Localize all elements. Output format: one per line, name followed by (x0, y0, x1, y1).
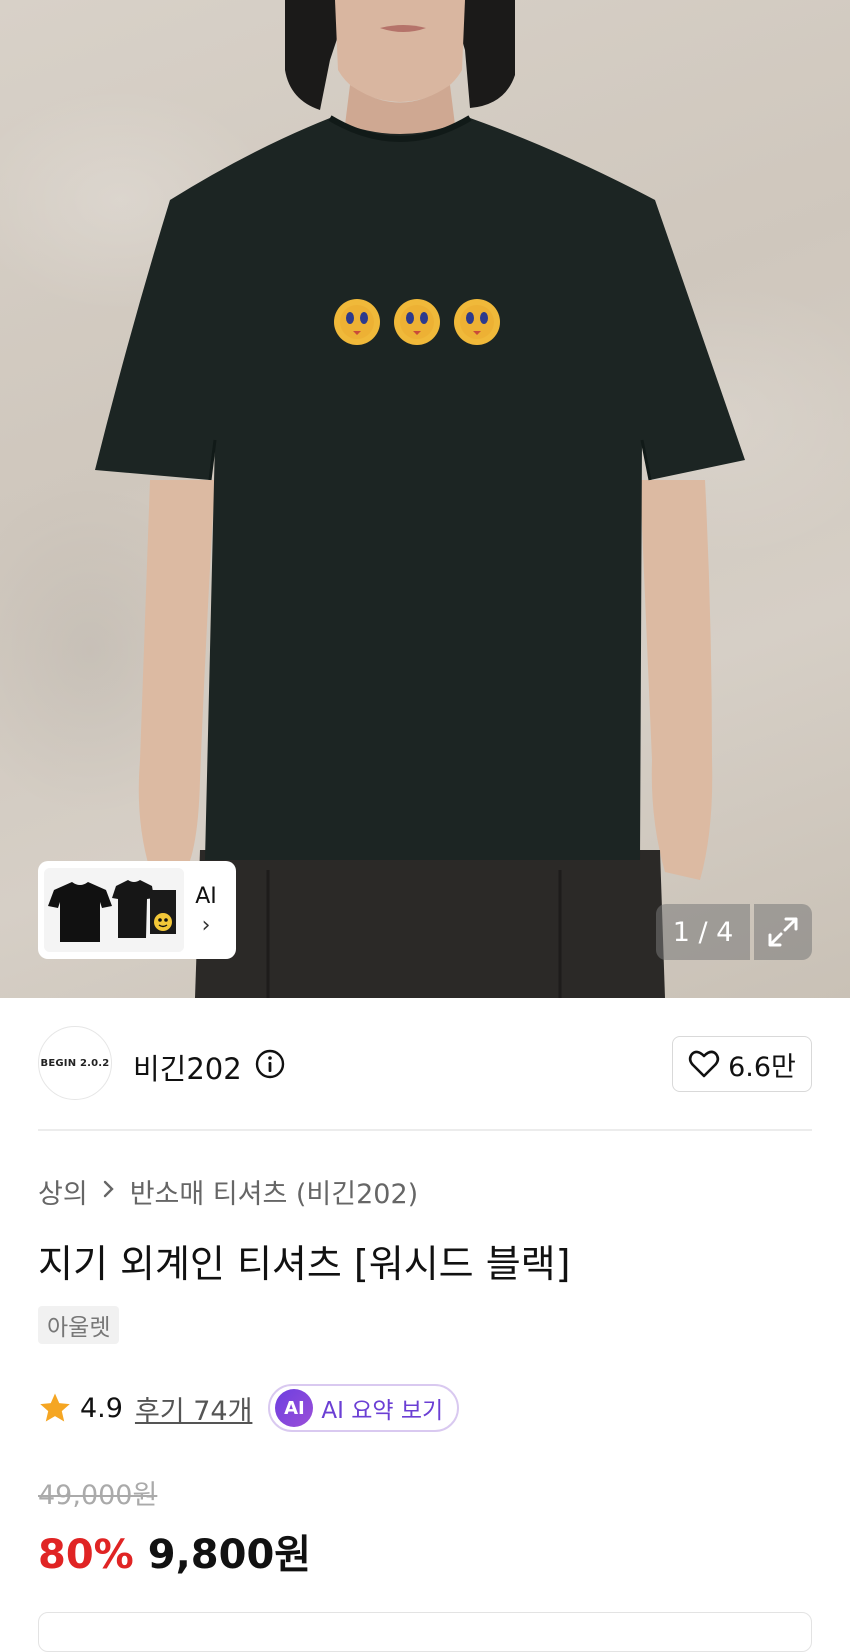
original-price: 49,000원 (38, 1480, 158, 1511)
ai-summary-label: AI 요약 보기 (321, 1398, 444, 1424)
like-count: 6.6만 (728, 1051, 796, 1083)
ai-summary-button[interactable]: AI AI 요약 보기 (268, 1384, 460, 1432)
breadcrumb: 상의 반소매 티셔츠 (비긴202) (38, 1172, 418, 1211)
product-title: 지기 외계인 티셔츠 [워시드 블랙] (38, 1242, 571, 1286)
info-icon[interactable] (254, 1048, 286, 1080)
breadcrumb-category[interactable]: 상의 (38, 1172, 88, 1211)
price-row: 80% 9,800원 (38, 1522, 311, 1580)
divider (38, 1129, 812, 1131)
star-icon (40, 1393, 70, 1422)
ai-thumb-label: AI (195, 883, 217, 909)
product-image-gallery[interactable]: AI › 1 / 4 (0, 0, 850, 998)
model-photo (95, 0, 745, 998)
reviews-link[interactable]: 후기 74개 (135, 1389, 252, 1428)
expand-icon (768, 917, 798, 947)
brand-name[interactable]: 비긴202 (133, 1046, 242, 1088)
breadcrumb-subcategory[interactable]: 반소매 티셔츠 (비긴202) (130, 1172, 419, 1211)
expand-button[interactable] (754, 904, 812, 960)
smiley-print (334, 299, 500, 345)
discount-rate: 80% (38, 1532, 134, 1578)
like-button[interactable]: 6.6만 (672, 1036, 812, 1092)
brand-row: BEGIN 2.0.2 비긴202 6.6만 (38, 1026, 812, 1102)
ai-outfit-thumbnail-card[interactable]: AI › (38, 861, 236, 959)
brand-logo[interactable]: BEGIN 2.0.2 (38, 1026, 112, 1100)
chevron-right-icon (102, 1179, 116, 1205)
ai-badge-icon: AI (275, 1389, 314, 1427)
next-section-box (38, 1612, 812, 1652)
heart-icon (688, 1050, 720, 1078)
chevron-right-icon: › (201, 912, 211, 938)
rating-value: 4.9 (80, 1392, 123, 1424)
brand-logo-text: BEGIN 2.0.2 (40, 1057, 110, 1069)
image-counter: 1 / 4 (656, 904, 750, 960)
rating-row: 4.9 후기 74개 AI AI 요약 보기 (38, 1382, 460, 1434)
outfit-thumbnail-image (44, 868, 184, 952)
sale-price: 9,800원 (147, 1532, 312, 1578)
outlet-tag: 아울렛 (38, 1306, 120, 1344)
outlet-tag-label: 아울렛 (47, 1315, 111, 1341)
